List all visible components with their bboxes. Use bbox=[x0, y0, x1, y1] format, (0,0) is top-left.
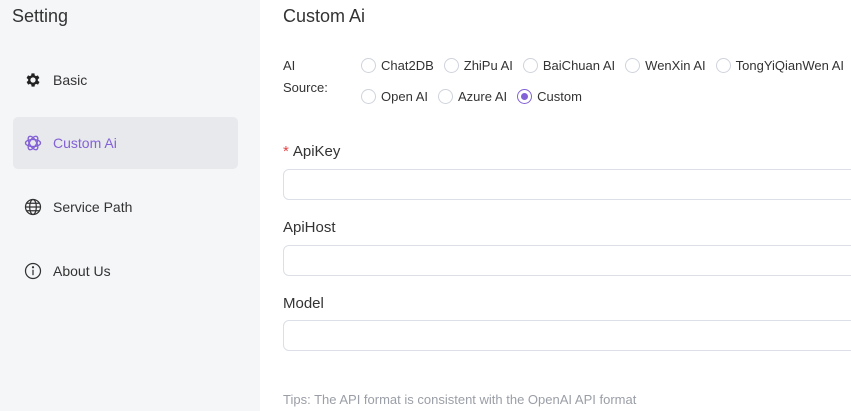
globe-icon bbox=[23, 197, 43, 217]
apihost-label: ApiHost bbox=[283, 219, 336, 236]
custom-ai-panel: Custom Ai AI Source: Chat2DB ZhiPu AI Ba… bbox=[283, 0, 851, 411]
radio-circle[interactable] bbox=[437, 88, 453, 104]
info-icon bbox=[23, 261, 43, 281]
api-format-tips: Tips: The API format is consistent with … bbox=[283, 392, 637, 407]
apikey-input[interactable] bbox=[283, 169, 851, 200]
apihost-input[interactable] bbox=[283, 245, 851, 276]
radio-zhipu-ai[interactable]: ZhiPu AI bbox=[443, 55, 513, 75]
sidebar-item-label: Custom Ai bbox=[53, 135, 117, 151]
ai-source-radio-group-row2: Open AI Azure AI Custom bbox=[361, 86, 592, 106]
sidebar-item-about-us[interactable]: About Us bbox=[13, 245, 238, 297]
radio-circle-selected[interactable] bbox=[517, 88, 533, 104]
sidebar-item-label: Basic bbox=[53, 72, 88, 88]
radio-open-ai[interactable]: Open AI bbox=[361, 86, 428, 106]
model-label: Model bbox=[283, 295, 324, 312]
required-asterisk: * bbox=[283, 143, 289, 160]
radio-circle[interactable] bbox=[625, 57, 641, 73]
radio-tongyiqianwen-ai[interactable]: TongYiQianWen AI bbox=[715, 55, 844, 75]
radio-circle[interactable] bbox=[443, 57, 459, 73]
radio-baichuan-ai[interactable]: BaiChuan AI bbox=[522, 55, 615, 75]
radio-chat2db[interactable]: Chat2DB bbox=[361, 55, 434, 75]
page-title: Custom Ai bbox=[283, 6, 366, 26]
radio-circle[interactable] bbox=[361, 88, 376, 104]
model-input[interactable] bbox=[283, 320, 851, 351]
settings-sidebar: Setting Basic Custom Ai Service Path Abo… bbox=[0, 0, 260, 411]
ai-source-radio-group-row1: Chat2DB ZhiPu AI BaiChuan AI WenXin AI T… bbox=[361, 55, 851, 75]
sidebar-item-service-path[interactable]: Service Path bbox=[13, 181, 238, 233]
sidebar-item-label: Service Path bbox=[53, 199, 133, 215]
sidebar-item-basic[interactable]: Basic bbox=[13, 54, 238, 106]
sidebar-title: Setting bbox=[12, 6, 69, 26]
apikey-label: * ApiKey bbox=[283, 143, 341, 160]
radio-circle[interactable] bbox=[715, 57, 731, 73]
sidebar-item-custom-ai[interactable]: Custom Ai bbox=[13, 117, 238, 169]
radio-circle[interactable] bbox=[522, 57, 538, 73]
radio-circle[interactable] bbox=[361, 57, 376, 73]
ai-source-label: AI Source: bbox=[283, 58, 328, 95]
sidebar-item-label: About Us bbox=[53, 263, 111, 279]
radio-custom[interactable]: Custom bbox=[517, 86, 582, 106]
gear-icon bbox=[23, 70, 43, 90]
openai-icon bbox=[23, 133, 43, 153]
radio-azure-ai[interactable]: Azure AI bbox=[437, 86, 507, 106]
radio-wenxin-ai[interactable]: WenXin AI bbox=[625, 55, 706, 75]
